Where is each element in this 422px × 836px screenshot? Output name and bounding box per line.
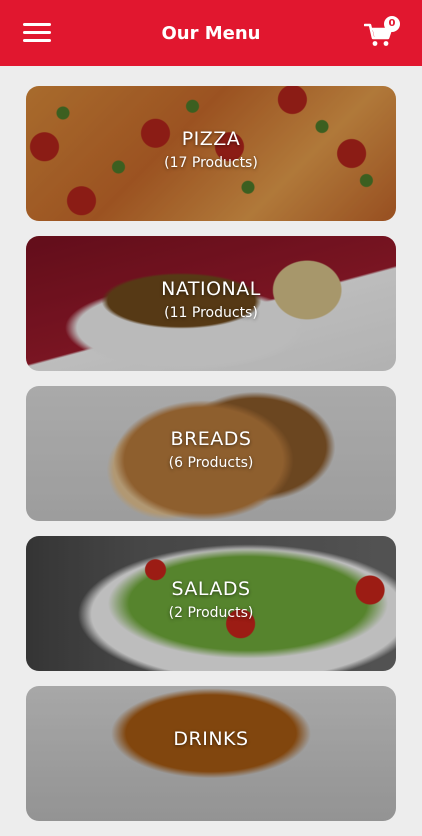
category-name: DRINKS (173, 728, 249, 750)
category-name: PIZZA (181, 128, 241, 150)
category-product-count: (6 Products) (168, 455, 254, 471)
card-overlay (26, 386, 396, 521)
card-overlay (26, 86, 396, 221)
category-card-drinks[interactable]: DRINKS (26, 686, 396, 821)
hamburger-menu-icon[interactable] (23, 23, 51, 43)
cart-count-badge: 0 (384, 16, 400, 32)
category-product-count: (11 Products) (164, 305, 258, 321)
category-card-pizza[interactable]: PIZZA (17 Products) (26, 86, 396, 221)
category-list: PIZZA (17 Products) NATIONAL (11 Product… (26, 86, 396, 836)
app-header: Our Menu 0 (0, 0, 422, 66)
cart-button[interactable]: 0 (362, 14, 404, 52)
category-name: SALADS (171, 578, 251, 600)
category-product-count: (17 Products) (164, 155, 258, 171)
card-overlay (26, 686, 396, 821)
card-overlay (26, 536, 396, 671)
category-card-national[interactable]: NATIONAL (11 Products) (26, 236, 396, 371)
category-card-breads[interactable]: BREADS (6 Products) (26, 386, 396, 521)
category-name: BREADS (170, 428, 252, 450)
category-name: NATIONAL (161, 278, 261, 300)
card-overlay (26, 236, 396, 371)
category-product-count: (2 Products) (168, 605, 254, 621)
category-card-salads[interactable]: SALADS (2 Products) (26, 536, 396, 671)
page-title: Our Menu (161, 23, 261, 44)
